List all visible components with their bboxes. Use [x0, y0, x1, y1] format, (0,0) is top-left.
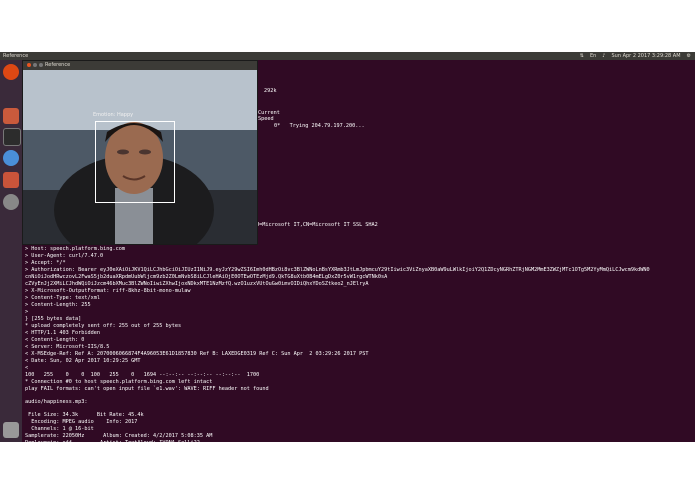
terminal-line: * Connection #0 to host speech.platform.… [25, 379, 213, 385]
files-icon[interactable] [3, 108, 19, 124]
active-window-title: Reference [3, 53, 29, 59]
clock[interactable]: Sun Apr 2 2017 3:29:28 AM [611, 52, 680, 60]
terminal-line: U=Microsoft IT,CN=Microsoft IT SSL SHA2 [256, 222, 378, 228]
terminal-line: > Host: speech.platform.bing.com [25, 246, 125, 252]
terminal-line: Encoding: MPEG audio Info: 2017 [25, 419, 138, 425]
terminal-line: < X-MSEdge-Ref: Ref A: 2070006066874F4A9… [25, 351, 369, 357]
camera-window-title: Reference [45, 62, 71, 68]
terminal-line: } [255 bytes data] [25, 316, 82, 322]
terminal-line: < Date: Sun, 02 Apr 2017 10:29:25 GMT [25, 358, 141, 364]
terminal-line: > Authorization: Bearer eyJ0eXAiOiJKV1Qi… [25, 267, 650, 273]
gear-icon[interactable]: ⚙ [687, 52, 691, 60]
terminal-line: Samplerate: 22050Hz Album: Created: 4/2/… [25, 433, 213, 439]
terminal-line: < HTTP/1.1 403 Forbidden [25, 330, 100, 336]
terminal-line: cnNiOiJodHRwczovL2FwaS5jb2duaXRpdmUubWlj… [25, 274, 388, 280]
terminal-line: Speed [258, 116, 274, 122]
top-panel: Reference ⇅ En ♪ Sun Apr 2 2017 3:29:28 … [0, 52, 695, 60]
face-bounding-box [95, 121, 175, 203]
volume-icon[interactable]: ♪ [602, 52, 605, 60]
terminal-line: Replaygain: off Artist: TextAloud: IVONA… [25, 440, 200, 442]
unity-launcher [0, 60, 23, 442]
terminal-line: > X-Microsoft-OutputFormat: riff-8khz-8b… [25, 288, 191, 294]
minimize-icon[interactable] [33, 63, 37, 67]
help-icon[interactable] [3, 194, 19, 210]
webcam-feed: Emotion: Happy [23, 70, 257, 244]
close-icon[interactable] [27, 63, 31, 67]
terminal-line: * upload completely sent off: 255 out of… [25, 323, 182, 329]
terminal-line: > Accept: */* [25, 260, 66, 266]
keyboard-icon[interactable]: En [590, 52, 596, 60]
terminal-line: audio/happiness.mp3: [25, 399, 88, 405]
terminal-line: > User-Agent: curl/7.47.0 [25, 253, 104, 259]
terminal-line: Channels: 1 @ 16-bit [25, 426, 94, 432]
emotion-label: Emotion: Happy [93, 112, 134, 118]
terminal-line: 0* Trying 204.79.197.200... [274, 123, 365, 129]
terminal-line: play FAIL formats: can't open input file… [25, 386, 269, 392]
terminal-line: > Content-Length: 255 [25, 302, 91, 308]
terminal-line: 292k [264, 88, 277, 94]
chromium-icon[interactable] [3, 150, 19, 166]
terminal-line: < Server: Microsoft-IIS/8.5 [25, 344, 110, 350]
software-center-icon[interactable] [3, 172, 19, 188]
terminal-line: File Size: 34.3k Bit Rate: 45.4k [25, 412, 144, 418]
camera-window[interactable]: Reference Emotion: Happy [22, 60, 258, 245]
terminal-line: > Content-Type: text/xml [25, 295, 100, 301]
desktop-screen: Reference ⇅ En ♪ Sun Apr 2 2017 3:29:28 … [0, 52, 695, 442]
terminal-line: 100 255 0 0 100 255 0 1694 --:--:-- --:-… [25, 372, 260, 378]
terminal-line: cZVyEnJj2XMiLCJhdWQiOiJzcm46bXMuc3BlZWNo… [25, 281, 369, 287]
ubuntu-logo-icon[interactable] [3, 64, 19, 80]
terminal-line: > [25, 309, 29, 315]
terminal-line: < Content-Length: 0 [25, 337, 85, 343]
trash-icon[interactable] [3, 422, 19, 438]
camera-window-titlebar[interactable]: Reference [23, 61, 257, 70]
terminal-line: < [25, 365, 29, 371]
maximize-icon[interactable] [39, 63, 43, 67]
system-tray: ⇅ En ♪ Sun Apr 2 2017 3:29:28 AM ⚙ [580, 52, 691, 60]
network-icon[interactable]: ⇅ [580, 52, 584, 60]
terminal-icon[interactable] [3, 128, 21, 146]
